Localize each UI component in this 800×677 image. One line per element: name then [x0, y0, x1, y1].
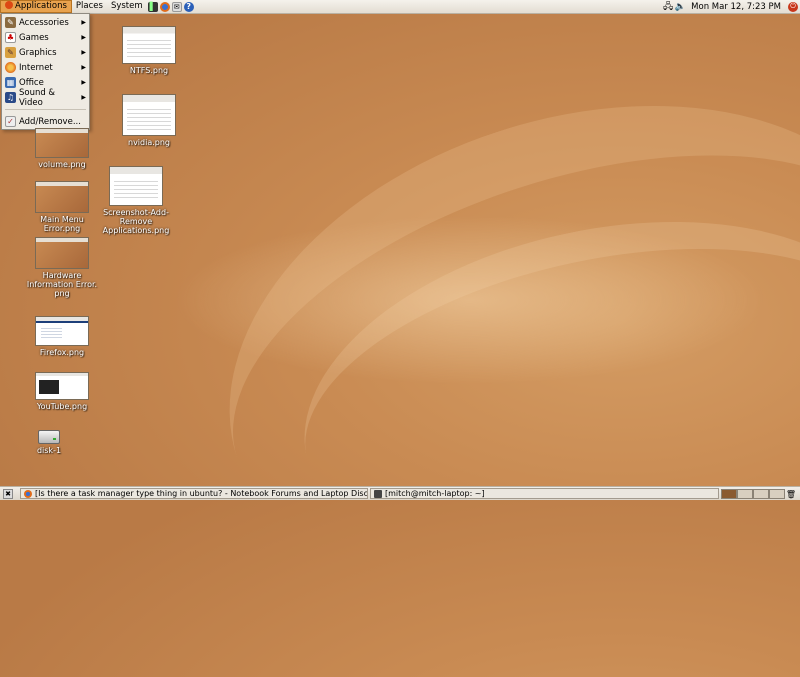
image-thumbnail	[35, 181, 89, 213]
desktop-icon-main-menu-error[interactable]: Main Menu Error.png	[24, 181, 100, 233]
hard-drive-icon	[38, 430, 60, 444]
desktop-icon-label: volume.png	[38, 160, 86, 169]
menu-item-add-remove[interactable]: ✓ Add/Remove...	[2, 114, 89, 129]
taskbar-item-label: [mitch@mitch-laptop: ~]	[385, 489, 485, 498]
workspace-1[interactable]	[721, 489, 737, 499]
menu-item-label: Sound & Video	[18, 87, 56, 108]
menu-item-accessories[interactable]: ✎ Accessories ▶	[2, 15, 89, 30]
desktop-icon-screenshot-add-remove[interactable]: Screenshot-Add- Remove Applications.png	[100, 166, 172, 235]
applications-menu[interactable]: Applications	[0, 0, 72, 13]
menu-item-label: Internet	[19, 62, 53, 73]
ubuntu-logo-icon	[5, 0, 13, 9]
desktop-icon-youtube[interactable]: YouTube.png	[33, 372, 91, 411]
firefox-launcher-icon[interactable]	[159, 1, 170, 12]
menu-item-label: Accessories	[19, 17, 69, 28]
graphics-icon: ✎	[5, 47, 16, 58]
taskbar-item-terminal[interactable]: [mitch@mitch-laptop: ~]	[370, 488, 719, 499]
applications-menu-label: Applications	[15, 1, 67, 11]
image-thumbnail	[122, 26, 176, 64]
desktop-icon-label: Hardware Information Error. png	[26, 271, 98, 298]
office-icon: ▦	[5, 77, 16, 88]
menu-separator	[5, 109, 86, 110]
submenu-arrow-icon: ▶	[81, 19, 86, 26]
desktop-icon-label: YouTube.png	[36, 402, 88, 411]
image-thumbnail	[122, 94, 176, 136]
network-icon[interactable]: 🖧	[663, 2, 673, 12]
system-menu[interactable]: System	[107, 0, 147, 13]
bottom-panel: ✖ [Is there a task manager type thing in…	[0, 486, 800, 500]
menu-item-games[interactable]: ♣ Games ▶	[2, 30, 89, 45]
terminal-launcher-icon[interactable]: ▌	[147, 1, 158, 12]
taskbar-item-browser[interactable]: [Is there a task manager type thing in u…	[20, 488, 368, 499]
wallpaper-swoosh	[272, 171, 800, 619]
image-thumbnail	[35, 316, 89, 346]
desktop-icon-ntfs[interactable]: NTFS.png	[121, 26, 177, 75]
show-desktop-button[interactable]: ✖	[3, 489, 13, 499]
taskbar-item-label: [Is there a task manager type thing in u…	[35, 489, 368, 498]
image-thumbnail	[35, 237, 89, 269]
menu-item-label: Add/Remove...	[19, 116, 81, 127]
image-thumbnail	[35, 128, 89, 158]
games-icon: ♣	[5, 32, 16, 43]
desktop-icon-label: Main Menu Error.png	[40, 215, 84, 233]
volume-icon[interactable]: 🔈	[675, 2, 686, 12]
desktop-icon-label: nvidia.png	[128, 138, 170, 147]
accessories-icon: ✎	[5, 17, 16, 28]
desktop-icon-hardware-information-error[interactable]: Hardware Information Error. png	[24, 237, 100, 298]
wallpaper-swoosh	[166, 23, 800, 677]
trash-icon[interactable]: 🗑	[786, 489, 796, 499]
add-remove-icon: ✓	[5, 116, 16, 127]
internet-icon	[5, 62, 16, 73]
workspace-2[interactable]	[737, 489, 753, 499]
desktop-icon-nvidia[interactable]: nvidia.png	[121, 94, 177, 147]
submenu-arrow-icon: ▶	[81, 49, 86, 56]
desktop-icon-label: disk-1	[36, 446, 62, 455]
image-thumbnail	[109, 166, 163, 206]
places-menu[interactable]: Places	[72, 0, 107, 13]
menu-item-label: Games	[19, 32, 49, 43]
menu-item-internet[interactable]: Internet ▶	[2, 60, 89, 75]
desktop-icon-volume[interactable]: volume.png	[33, 128, 91, 169]
terminal-icon	[374, 489, 382, 498]
applications-dropdown: ✎ Accessories ▶ ♣ Games ▶ ✎ Graphics ▶ I…	[1, 13, 90, 130]
menu-item-label: Office	[19, 77, 44, 88]
sound-video-icon: ♫	[5, 92, 16, 103]
submenu-arrow-icon: ▶	[81, 79, 86, 86]
submenu-arrow-icon: ▶	[81, 34, 86, 41]
submenu-arrow-icon: ▶	[81, 64, 86, 71]
firefox-icon	[24, 489, 32, 498]
workspace-3[interactable]	[753, 489, 769, 499]
menu-item-graphics[interactable]: ✎ Graphics ▶	[2, 45, 89, 60]
clock[interactable]: Mon Mar 12, 7:23 PM	[686, 2, 786, 12]
top-panel: Applications Places System ▌ ✉ ? 🖧 🔈 Mon…	[0, 0, 800, 14]
desktop-icon-label: Firefox.png	[39, 348, 85, 357]
power-icon[interactable]: ⏻	[788, 1, 798, 12]
submenu-arrow-icon: ▶	[81, 94, 86, 101]
desktop-icon-disk-1[interactable]: disk-1	[28, 428, 70, 455]
email-launcher-icon[interactable]: ✉	[171, 1, 182, 12]
image-thumbnail	[35, 372, 89, 400]
desktop-icon-firefox[interactable]: Firefox.png	[33, 316, 91, 357]
help-launcher-icon[interactable]: ?	[183, 1, 194, 12]
desktop-icon-label: Screenshot-Add- Remove Applications.png	[102, 208, 170, 235]
menu-item-label: Graphics	[19, 47, 57, 58]
workspace-4[interactable]	[769, 489, 785, 499]
desktop-icon-label: NTFS.png	[129, 66, 169, 75]
menu-item-sound-video[interactable]: ♫ Sound & Video ▶	[2, 87, 89, 108]
